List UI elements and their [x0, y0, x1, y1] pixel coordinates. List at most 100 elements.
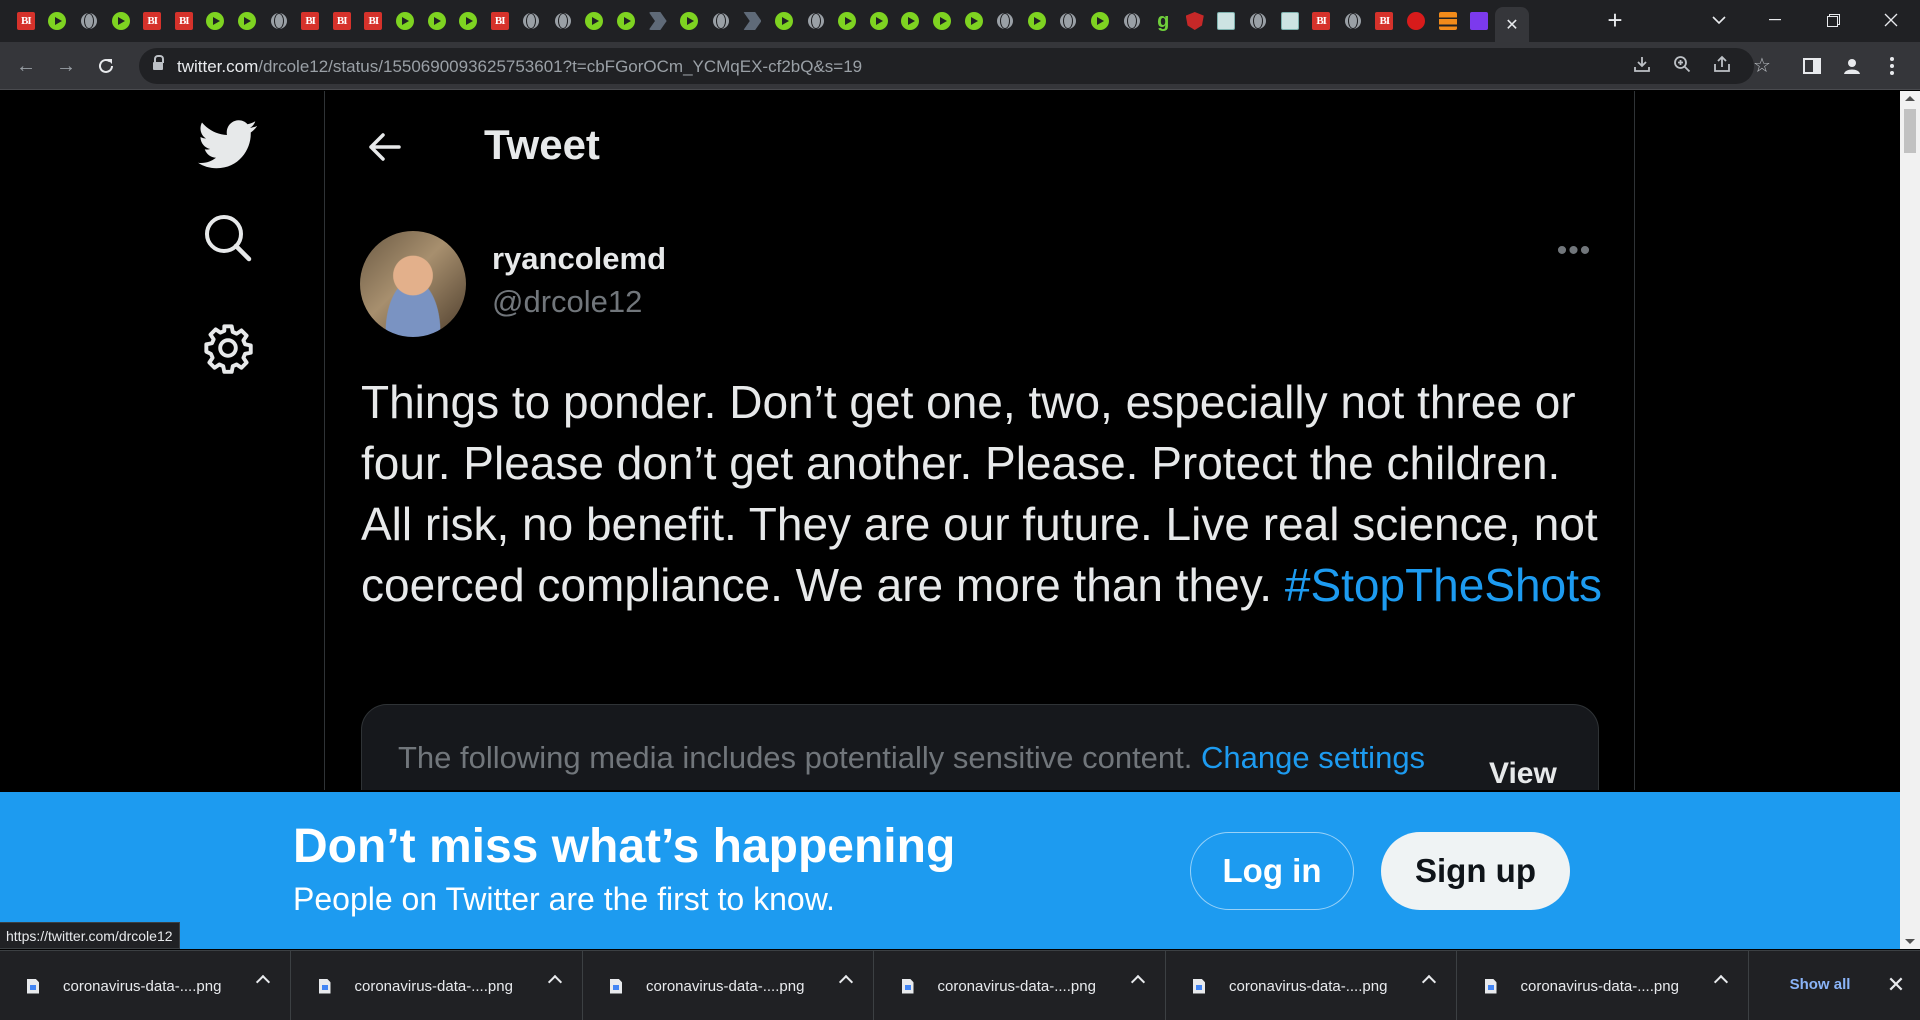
browser-tab[interactable]	[1432, 7, 1464, 35]
address-bar[interactable]: twitter.com/drcole12/status/155069009362…	[139, 48, 1771, 84]
browser-tab[interactable]	[105, 7, 137, 35]
chevron-up-icon[interactable]	[255, 974, 271, 990]
author-display-name[interactable]: ryancolemd	[492, 241, 666, 277]
browser-tab[interactable]: BI	[358, 7, 390, 35]
zoom-icon[interactable]	[1671, 55, 1693, 77]
chevron-up-icon[interactable]	[838, 974, 854, 990]
browser-tab[interactable]: BI	[168, 7, 200, 35]
browser-tab[interactable]	[389, 7, 421, 35]
chevron-up-icon[interactable]	[1713, 974, 1728, 990]
search-icon[interactable]	[196, 206, 260, 270]
browser-tab[interactable]	[673, 7, 705, 35]
url-text[interactable]: twitter.com/drcole12/status/155069009362…	[177, 57, 862, 77]
browser-tab[interactable]	[800, 7, 832, 35]
browser-tab[interactable]	[863, 7, 895, 35]
browser-tab[interactable]	[958, 7, 990, 35]
browser-tab[interactable]	[231, 7, 263, 35]
download-item[interactable]: coronavirus-data-....png	[875, 951, 1166, 1020]
browser-tab[interactable]	[452, 7, 484, 35]
view-media-button[interactable]: View	[1489, 757, 1557, 790]
browser-tab[interactable]	[1021, 7, 1053, 35]
browser-tab[interactable]	[1179, 7, 1211, 35]
mail-favicon-icon	[1470, 12, 1489, 30]
browser-tab[interactable]	[73, 7, 105, 35]
browser-tab[interactable]: BI	[1369, 7, 1401, 35]
browser-menu-icon[interactable]	[1878, 52, 1906, 80]
restore-button[interactable]	[1810, 0, 1856, 40]
share-icon[interactable]	[1711, 55, 1733, 77]
close-tab-icon[interactable]: ✕	[1505, 15, 1518, 35]
log-in-button[interactable]: Log in	[1190, 832, 1354, 910]
lock-icon[interactable]	[153, 55, 164, 72]
chevron-up-icon[interactable]	[1421, 974, 1437, 990]
browser-tab[interactable]	[895, 7, 927, 35]
new-tab-button[interactable]: +	[1600, 6, 1630, 36]
active-tab[interactable]: ✕	[1494, 7, 1529, 42]
tab-search-icon[interactable]	[1696, 0, 1742, 40]
browser-tab[interactable]	[989, 7, 1021, 35]
browser-tab[interactable]	[547, 7, 579, 35]
forward-nav-icon[interactable]: →	[52, 52, 80, 80]
browser-tab[interactable]	[642, 7, 674, 35]
browser-tab[interactable]	[1400, 7, 1432, 35]
install-app-icon[interactable]	[1631, 55, 1653, 77]
play-favicon-icon	[459, 12, 478, 30]
browser-tab[interactable]: BI	[326, 7, 358, 35]
browser-tab[interactable]	[1463, 7, 1495, 35]
browser-tab[interactable]	[421, 7, 453, 35]
browser-tab[interactable]: g	[1147, 7, 1179, 35]
browser-tab[interactable]	[1053, 7, 1085, 35]
chevron-up-icon[interactable]	[1130, 974, 1145, 990]
page-scrollbar[interactable]	[1900, 91, 1920, 949]
close-shelf-icon[interactable]: ✕	[1882, 971, 1910, 999]
download-item[interactable]: coronavirus-data-....png	[1166, 951, 1457, 1020]
minimize-button[interactable]	[1752, 0, 1798, 40]
browser-tab[interactable]	[610, 7, 642, 35]
download-item[interactable]: coronavirus-data-....png	[1458, 951, 1749, 1020]
browser-tab[interactable]: BI	[294, 7, 326, 35]
show-all-downloads-button[interactable]: Show all	[1770, 967, 1870, 1003]
hashtag-link[interactable]: #StopTheShots	[1285, 559, 1602, 611]
browser-tab[interactable]: BI	[1305, 7, 1337, 35]
scroll-up-arrow-icon[interactable]	[1905, 96, 1915, 101]
download-item[interactable]: coronavirus-data-....png	[292, 951, 583, 1020]
reload-icon[interactable]	[92, 52, 120, 80]
profile-icon[interactable]	[1838, 52, 1866, 80]
browser-tab[interactable]	[768, 7, 800, 35]
browser-tab[interactable]	[831, 7, 863, 35]
browser-tab[interactable]	[579, 7, 611, 35]
browser-tab[interactable]	[200, 7, 232, 35]
browser-tab[interactable]	[705, 7, 737, 35]
author-avatar[interactable]	[360, 231, 466, 337]
browser-tab[interactable]	[926, 7, 958, 35]
twitter-logo-icon[interactable]	[196, 113, 260, 177]
close-window-button[interactable]	[1868, 0, 1914, 40]
scroll-thumb[interactable]	[1904, 109, 1916, 153]
browser-tab[interactable]	[1274, 7, 1306, 35]
browser-tab[interactable]	[1116, 7, 1148, 35]
side-panel-icon[interactable]	[1798, 52, 1826, 80]
change-settings-link[interactable]: Change settings	[1201, 740, 1425, 775]
bookmark-star-icon[interactable]: ☆	[1751, 55, 1773, 77]
browser-tab[interactable]	[1337, 7, 1369, 35]
sign-up-button[interactable]: Sign up	[1381, 832, 1570, 910]
browser-tab[interactable]	[516, 7, 548, 35]
browser-tab[interactable]: BI	[136, 7, 168, 35]
browser-tab[interactable]	[737, 7, 769, 35]
more-options-icon[interactable]: •••	[1556, 236, 1592, 277]
browser-tab[interactable]: BI	[10, 7, 42, 35]
download-item[interactable]: coronavirus-data-....png	[0, 951, 291, 1020]
author-handle[interactable]: @drcole12	[492, 284, 642, 320]
browser-tab[interactable]	[1242, 7, 1274, 35]
browser-tab[interactable]	[263, 7, 295, 35]
browser-tab[interactable]	[1211, 7, 1243, 35]
browser-tab[interactable]: BI	[484, 7, 516, 35]
chevron-up-icon[interactable]	[547, 974, 562, 990]
back-arrow-icon[interactable]	[360, 123, 408, 171]
back-nav-icon[interactable]: ←	[12, 52, 40, 80]
settings-gear-icon[interactable]	[196, 316, 260, 380]
browser-tab[interactable]	[42, 7, 74, 35]
browser-tab[interactable]	[1084, 7, 1116, 35]
scroll-down-arrow-icon[interactable]	[1905, 939, 1915, 944]
download-item[interactable]: coronavirus-data-....png	[583, 951, 874, 1020]
